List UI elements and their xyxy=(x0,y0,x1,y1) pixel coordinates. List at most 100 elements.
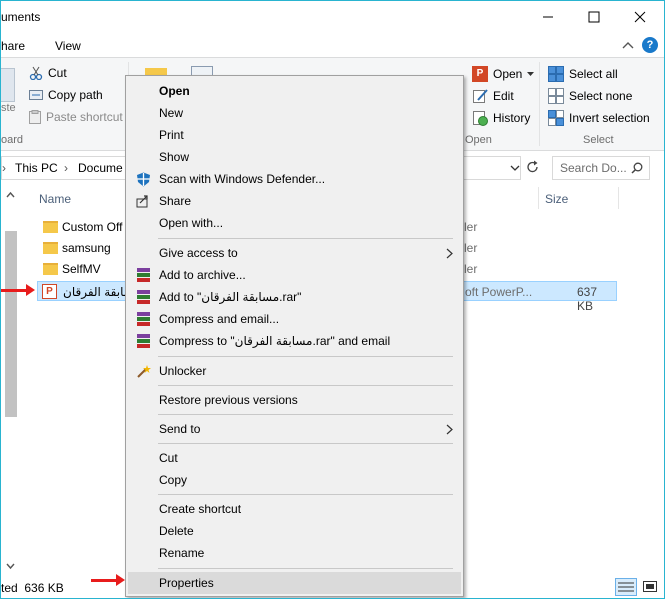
menu-item-rename[interactable]: Rename xyxy=(128,542,461,564)
submenu-arrow-icon xyxy=(446,248,453,259)
column-name[interactable]: Name xyxy=(39,192,71,206)
breadcrumb-this-pc[interactable]: This PC xyxy=(15,161,58,175)
menu-item-copy[interactable]: Copy xyxy=(128,469,461,491)
menu-item-properties[interactable]: Properties xyxy=(128,572,461,594)
menu-item-give-access[interactable]: Give access to xyxy=(128,242,461,264)
details-view-icon xyxy=(618,582,634,592)
windows-defender-icon xyxy=(135,171,151,187)
breadcrumb-separator: › xyxy=(2,161,6,175)
tab-view[interactable]: View xyxy=(55,39,81,53)
select-none-icon xyxy=(548,88,564,104)
history-button[interactable]: History xyxy=(472,110,530,126)
search-input[interactable]: Search Do... xyxy=(552,156,650,180)
window-title: uments xyxy=(1,10,41,24)
chevron-down-icon[interactable] xyxy=(510,165,520,172)
clipboard-group-label: oard xyxy=(1,134,24,146)
breadcrumb-documents[interactable]: Docume xyxy=(78,161,123,175)
folder-icon xyxy=(43,221,58,233)
edit-button[interactable]: Edit xyxy=(472,88,514,104)
menu-item-create-shortcut[interactable]: Create shortcut xyxy=(128,498,461,520)
minimize-icon xyxy=(543,16,553,18)
powerpoint-icon: P xyxy=(472,66,488,82)
maximize-button[interactable] xyxy=(571,1,617,33)
close-icon xyxy=(634,11,646,23)
search-icon xyxy=(631,162,643,174)
select-none-button[interactable]: Select none xyxy=(548,88,632,104)
select-all-button[interactable]: Select all xyxy=(548,66,618,82)
menu-item-share[interactable]: Share xyxy=(128,190,461,212)
breadcrumb-separator: › xyxy=(64,161,68,175)
menu-separator xyxy=(158,414,453,415)
menu-separator xyxy=(158,568,453,569)
menu-separator xyxy=(158,443,453,444)
maximize-icon xyxy=(588,11,600,23)
context-menu: Open New Print Show Scan with Windows De… xyxy=(125,75,464,597)
large-icons-view-icon xyxy=(643,581,657,592)
chevron-up-icon[interactable] xyxy=(622,40,634,50)
navigation-pane-scroll[interactable] xyxy=(1,187,19,577)
menu-item-send-to[interactable]: Send to xyxy=(128,418,461,440)
ribbon-divider xyxy=(539,62,540,146)
help-icon[interactable]: ? xyxy=(642,37,658,53)
copy-path-icon xyxy=(29,90,43,100)
large-icons-view-button[interactable] xyxy=(640,578,660,596)
menu-item-show[interactable]: Show xyxy=(128,146,461,168)
history-icon xyxy=(473,111,488,126)
refresh-icon[interactable] xyxy=(526,160,540,174)
column-size[interactable]: Size xyxy=(545,192,568,206)
paste-label: ste xyxy=(1,102,16,114)
menu-item-new[interactable]: New xyxy=(128,102,461,124)
submenu-arrow-icon xyxy=(446,424,453,435)
open-group-label: Open xyxy=(465,134,492,146)
scroll-down-icon[interactable] xyxy=(6,563,15,570)
menu-item-delete[interactable]: Delete xyxy=(128,520,461,542)
ribbon-tabs: hare View ? xyxy=(1,35,664,57)
menu-separator xyxy=(158,356,453,357)
scrollbar-thumb[interactable] xyxy=(5,231,17,417)
chevron-down-icon xyxy=(527,71,535,76)
menu-item-restore-versions[interactable]: Restore previous versions xyxy=(128,389,461,411)
folder-icon xyxy=(43,242,58,254)
invert-selection-button[interactable]: Invert selection xyxy=(548,110,650,126)
menu-separator xyxy=(158,238,453,239)
edit-icon xyxy=(473,89,488,103)
menu-separator xyxy=(158,385,453,386)
column-divider xyxy=(538,187,539,209)
search-placeholder: Search Do... xyxy=(560,161,627,175)
menu-item-compress-email[interactable]: Compress and email... xyxy=(128,308,461,330)
menu-item-compress-rar-email[interactable]: Compress to "مسابقة الفرقان.rar" and ema… xyxy=(128,330,461,352)
menu-separator xyxy=(158,494,453,495)
menu-item-add-archive[interactable]: Add to archive... xyxy=(128,264,461,286)
cut-button[interactable]: Cut xyxy=(29,66,67,80)
menu-item-print[interactable]: Print xyxy=(128,124,461,146)
tab-share[interactable]: hare xyxy=(1,39,25,53)
invert-selection-icon xyxy=(548,110,564,126)
powerpoint-file-icon: P xyxy=(42,284,57,299)
menu-item-open[interactable]: Open xyxy=(128,80,461,102)
minimize-button[interactable] xyxy=(525,1,571,33)
select-all-icon xyxy=(548,66,564,82)
menu-item-add-to-rar[interactable]: Add to "مسابقة الفرقان.rar" xyxy=(128,286,461,308)
menu-item-open-with[interactable]: Open with... xyxy=(128,212,461,234)
menu-item-unlocker[interactable]: Unlocker xyxy=(128,360,461,382)
paste-shortcut-icon xyxy=(29,110,41,124)
share-icon xyxy=(135,193,151,209)
explorer-window: uments hare View ? ste Cut Copy path Pas… xyxy=(0,0,665,599)
status-selection: ted 636 KB xyxy=(1,581,64,595)
paste-shortcut-button[interactable]: Paste shortcut xyxy=(29,110,123,124)
winrar-icon xyxy=(135,311,151,327)
scissors-icon xyxy=(29,66,43,80)
copy-path-button[interactable]: Copy path xyxy=(29,88,103,102)
column-divider xyxy=(618,187,619,209)
folder-icon xyxy=(43,263,58,275)
menu-item-scan-defender[interactable]: Scan with Windows Defender... xyxy=(128,168,461,190)
red-arrow-icon xyxy=(1,284,35,296)
open-button[interactable]: P Open xyxy=(472,66,535,82)
details-view-button[interactable] xyxy=(615,578,637,596)
title-bar[interactable]: uments xyxy=(1,1,664,35)
winrar-icon xyxy=(135,333,151,349)
magic-wand-icon xyxy=(135,363,151,379)
menu-item-cut[interactable]: Cut xyxy=(128,447,461,469)
close-button[interactable] xyxy=(617,1,663,33)
paste-icon[interactable] xyxy=(1,68,15,102)
